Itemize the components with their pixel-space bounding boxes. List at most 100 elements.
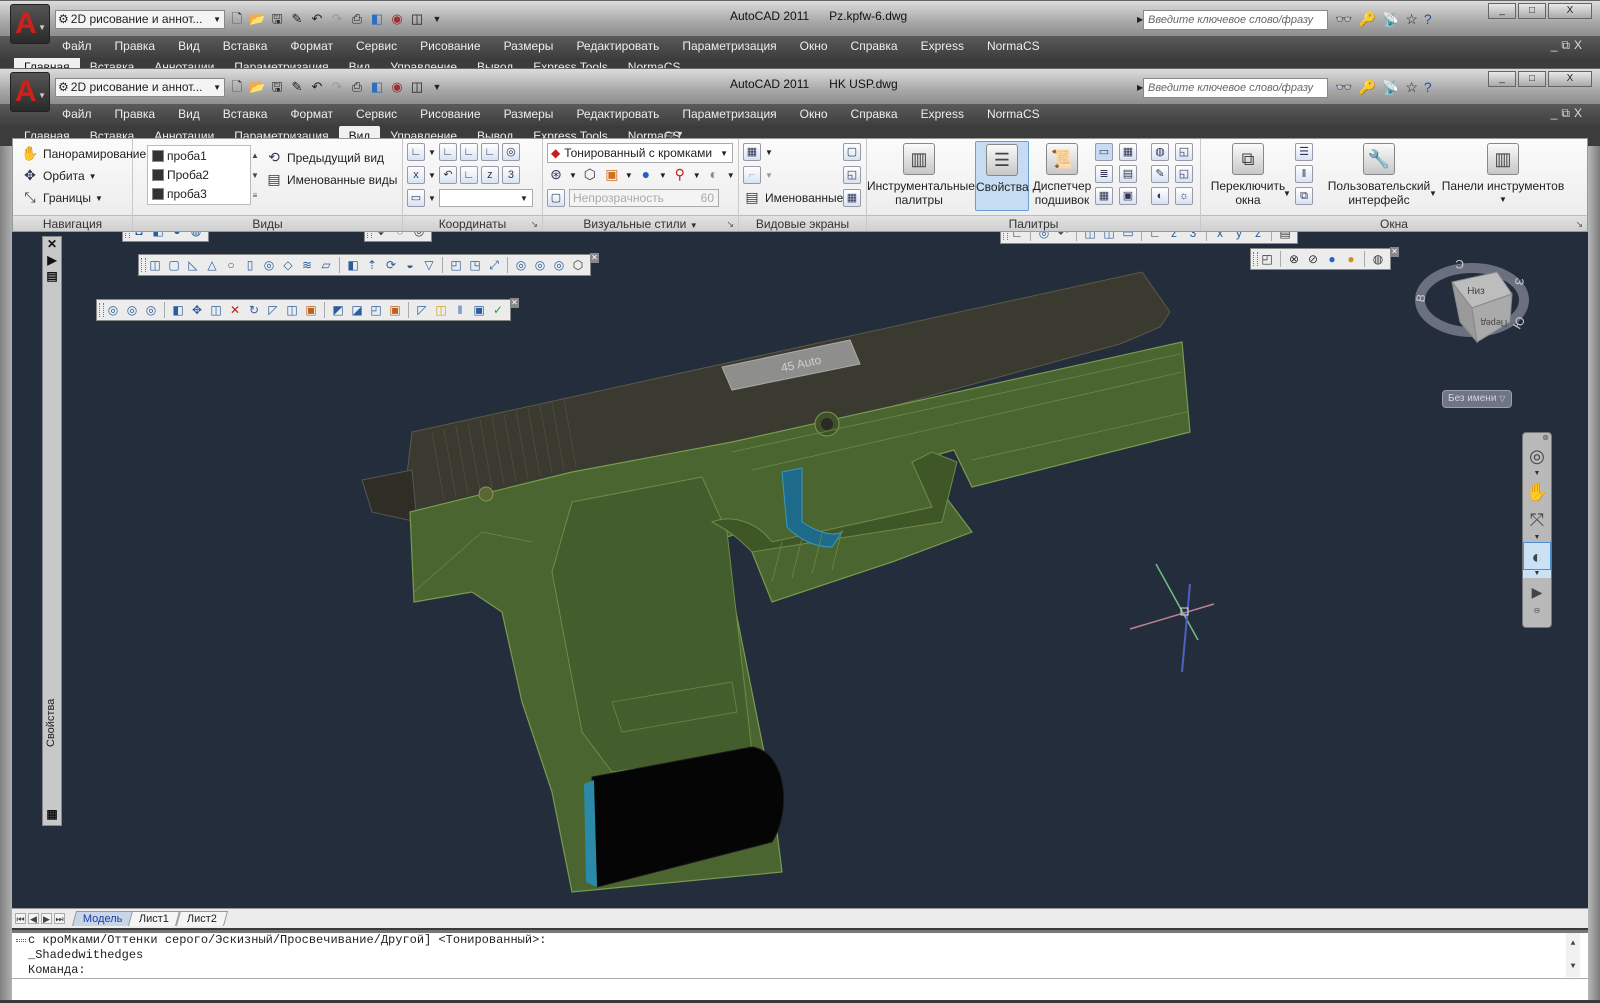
intersect-icon[interactable]: ◎ xyxy=(143,302,159,318)
toolbar-ucs[interactable]: ∟ ◎↶ ◫◫▭ ∟z3 xyz ▤ ✕ xyxy=(1000,232,1298,244)
new-file-icon[interactable]: 🗋 xyxy=(229,79,245,95)
orbit-constrained-icon[interactable]: ✥ xyxy=(373,232,389,239)
previous-view-button[interactable]: ⟲ Предыдущий вид xyxy=(265,149,384,167)
torus-icon[interactable]: ◎ xyxy=(261,257,277,273)
named-views-button[interactable]: ▤ Именованные виды xyxy=(265,171,397,189)
wireframe-2d-icon[interactable]: ◰ xyxy=(1259,251,1275,267)
prev-tab-icon[interactable]: ◀ xyxy=(28,913,39,924)
design-center-icon[interactable]: ▦ xyxy=(1119,143,1137,161)
menu-item[interactable]: Размеры xyxy=(504,107,554,121)
move-faces-icon[interactable]: ✥ xyxy=(189,302,205,318)
scroll-up-icon[interactable]: ▲ xyxy=(251,151,259,160)
join-viewports-icon[interactable]: ▦ xyxy=(843,189,861,207)
calculator-icon[interactable]: ▤ xyxy=(1119,165,1137,183)
star-icon[interactable]: ☆ xyxy=(1405,79,1418,96)
delete-faces-icon[interactable]: ✕ xyxy=(227,302,243,318)
steering-wheel-icon[interactable]: ◎ xyxy=(1523,442,1551,470)
tool-icon[interactable]: ▣ xyxy=(1119,187,1137,205)
command-line[interactable]: с кроМками/Оттенки серого/Эскизный/Просв… xyxy=(12,930,1588,1000)
menu-item[interactable]: Рисование xyxy=(420,107,480,121)
redo-icon[interactable]: ↷ xyxy=(329,11,345,27)
menu-item[interactable]: Вставка xyxy=(223,39,268,53)
cone-icon[interactable]: △ xyxy=(204,257,220,273)
face-style-icon[interactable]: ⬡ xyxy=(581,166,599,184)
check-icon[interactable]: ‖ xyxy=(452,302,468,318)
user-interface-dropdown-icon[interactable]: ▼ xyxy=(1429,189,1437,198)
pyramid-icon[interactable]: ◇ xyxy=(280,257,296,273)
edge-style-icon[interactable]: ⊛ xyxy=(547,166,565,184)
satellite-icon[interactable]: 📡 xyxy=(1382,11,1399,28)
satellite-icon[interactable]: 📡 xyxy=(1382,79,1399,96)
ucs-face-icon[interactable]: ▭ xyxy=(407,189,425,207)
key-icon[interactable]: 🔑 xyxy=(1358,79,1375,96)
ucs-object-icon[interactable]: ◫ xyxy=(1101,232,1117,241)
help-icon[interactable]: ? xyxy=(1424,11,1432,28)
toolbar-visual-styles[interactable]: ◰ ⊗ ⊘ ● ● ◍ ✕ xyxy=(1250,247,1399,270)
ucs-face-icon[interactable]: ◫ xyxy=(1082,232,1098,241)
ucs-origin-icon[interactable]: ∟ xyxy=(1147,232,1163,241)
view-refresh-icon[interactable]: ◍ xyxy=(188,232,204,239)
ucs-icon[interactable]: ∟ xyxy=(407,143,425,161)
xray-icon[interactable]: ▢ xyxy=(547,189,565,207)
view-orbit-icon[interactable]: ◒ xyxy=(169,232,185,239)
lighting-icon[interactable]: ● xyxy=(637,166,655,184)
helix-icon[interactable]: ≋ xyxy=(299,257,315,273)
gizmo-icon[interactable]: ⬡ xyxy=(570,257,586,273)
sphere-icon[interactable]: ○ xyxy=(223,257,239,273)
ucs-rotate-z-icon[interactable]: z xyxy=(1250,232,1266,241)
continuous-orbit-icon[interactable]: ◎ xyxy=(411,232,427,239)
layout-tab[interactable]: Модель xyxy=(71,911,134,926)
showmotion-icon[interactable]: ▶ xyxy=(1523,578,1551,606)
menu-item[interactable]: Вид xyxy=(178,39,200,53)
model-canvas[interactable]: 45 Auto Низ Перед С З В Ю xyxy=(12,232,1588,908)
ucs-previous-icon[interactable]: ↶ xyxy=(1055,232,1071,241)
undo-icon[interactable]: ↶ xyxy=(309,79,325,95)
menu-item[interactable]: NormaCS xyxy=(987,39,1040,53)
properties-palette-collapsed[interactable]: ✕ ▶ ▤ Свойства ▦ xyxy=(42,236,62,826)
sweep-icon[interactable]: ⟳ xyxy=(383,257,399,273)
mdi-controls[interactable]: _⧉X xyxy=(1551,106,1586,121)
viewport-clip-icon[interactable]: ⌐ xyxy=(743,166,761,184)
offset-faces-icon[interactable]: ◫ xyxy=(208,302,224,318)
toolbar-solid-editing[interactable]: ◎ ◎ ◎ ◧ ✥ ◫ ✕ ↻ ◸ ◫ ▣ ◩ ◪ ◰ ▣ ◸ ◫ ‖ ▣ ✓ ✕ xyxy=(96,298,519,321)
zoom-icon[interactable]: ⤧ xyxy=(1523,506,1551,534)
wireframe-3d-icon[interactable]: ⊗ xyxy=(1286,251,1302,267)
ucs-previous-icon[interactable]: ↶ xyxy=(438,166,457,184)
menu-item[interactable]: Размеры xyxy=(504,39,554,53)
sun-icon[interactable]: ☼ xyxy=(1175,187,1193,205)
application-button[interactable]: A ▼ xyxy=(10,72,50,112)
menu-item[interactable]: Формат xyxy=(290,39,333,53)
menu-item[interactable]: Рисование xyxy=(420,39,480,53)
menu-item[interactable]: Справка xyxy=(851,39,898,53)
close-icon[interactable]: ✕ xyxy=(43,237,61,253)
close-toolbar-icon[interactable]: ✕ xyxy=(590,253,599,263)
box-icon[interactable]: ◫ xyxy=(409,11,425,27)
tool-palettes-button[interactable]: ▥ Инструментальные палитры xyxy=(867,141,975,207)
search-input[interactable]: Введите ключевое слово/фразу xyxy=(1143,78,1328,98)
shell-icon[interactable]: ◫ xyxy=(433,302,449,318)
dialog-launcher-icon[interactable]: ↘ xyxy=(530,216,538,232)
back-window[interactable]: A ▼ ⚙ 2D рисование и аннот... ▼ 🗋 📂 🖫 ✎ ↶ ↷… xyxy=(0,0,1600,70)
last-tab-icon[interactable]: ⏭ xyxy=(54,913,65,924)
viewcube-face-front[interactable]: Перед xyxy=(1480,318,1507,328)
drag-handle[interactable] xyxy=(16,939,26,942)
color-faces-icon[interactable]: ▣ xyxy=(303,302,319,318)
qat-dropdown-icon[interactable]: ▼ xyxy=(429,79,445,95)
markup-icon[interactable]: ≣ xyxy=(1095,165,1113,183)
properties-small-icon[interactable]: ▭ xyxy=(1095,143,1113,161)
properties-button[interactable]: ☰ Свойства xyxy=(975,141,1029,211)
dropdown-icon[interactable]: ▼ xyxy=(1523,534,1551,542)
render-icon[interactable]: ◱ xyxy=(1175,143,1193,161)
dropdown-icon[interactable]: ▼ xyxy=(1523,570,1551,578)
new-file-icon[interactable]: 🗋 xyxy=(229,11,245,27)
help-icon[interactable]: ? xyxy=(1424,79,1432,96)
revolve-icon[interactable]: ◒ xyxy=(402,257,418,273)
menu-item[interactable]: Окно xyxy=(800,107,828,121)
orbit-icon[interactable]: ◉ xyxy=(389,79,405,95)
scroll-up-icon[interactable]: ▲ xyxy=(1571,939,1576,948)
maximize-button[interactable]: □ xyxy=(1518,71,1546,87)
close-button[interactable]: X xyxy=(1548,3,1592,19)
open-file-icon[interactable]: 📂 xyxy=(249,11,265,27)
user-interface-button[interactable]: 🔧 Пользовательский интерфейс xyxy=(1325,141,1433,207)
customize-icon[interactable]: ⊖ xyxy=(1523,606,1551,615)
